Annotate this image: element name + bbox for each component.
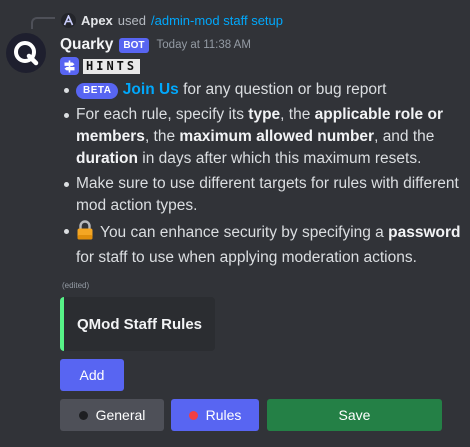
- hint-text: for staff to use when applying moderatio…: [76, 249, 417, 266]
- list-item: For each rule, specify its type, the app…: [60, 104, 462, 170]
- hint-text: Make sure to use different targets for r…: [76, 175, 459, 214]
- keyword-type: type: [248, 106, 281, 123]
- save-button-label: Save: [338, 407, 371, 423]
- reply-command[interactable]: /admin-mod staff setup: [151, 13, 283, 28]
- join-us-link[interactable]: Join Us: [123, 81, 179, 98]
- reply-reference[interactable]: Apex used /admin-mod staff setup: [61, 11, 283, 29]
- dark-dot-icon: [78, 410, 88, 420]
- reply-used-text: used: [117, 12, 146, 28]
- keyword-duration: duration: [76, 150, 138, 167]
- keyword-max: maximum allowed number: [179, 128, 375, 145]
- hint-text: You can enhance security by specifying a: [96, 224, 389, 241]
- hint-text: for any question or bug report: [178, 81, 387, 98]
- hint-text: in days after which this maximum resets.: [138, 150, 422, 167]
- message-timestamp[interactable]: Today at 11:38 AM: [157, 39, 251, 51]
- save-button[interactable]: Save: [267, 399, 442, 431]
- general-button-label: General: [95, 407, 146, 423]
- signpost-icon: [60, 57, 79, 75]
- keyword-password: password: [388, 224, 461, 241]
- hint-text: , the: [280, 106, 315, 123]
- bot-tag: BOT: [119, 37, 149, 53]
- rules-button-label: Rules: [205, 407, 242, 423]
- hint-text: , and the: [374, 128, 435, 145]
- hints-list: BETA Join Us for any question or bug rep…: [60, 79, 462, 272]
- list-item: You can enhance security by specifying a…: [60, 220, 462, 269]
- hint-text: , the: [144, 128, 180, 145]
- add-button[interactable]: Add: [60, 359, 124, 391]
- rules-button[interactable]: Rules: [171, 399, 259, 431]
- list-item: Make sure to use different targets for r…: [60, 173, 462, 217]
- reply-user-name[interactable]: Apex: [81, 13, 113, 28]
- quarky-q-logo-icon[interactable]: [6, 33, 46, 73]
- hint-text: For each rule, specify its: [76, 106, 249, 123]
- author-name[interactable]: Quarky: [60, 36, 113, 54]
- rules-embed: QMod Staff Rules: [60, 297, 215, 351]
- apex-a-icon: [61, 12, 76, 28]
- add-button-label: Add: [79, 367, 105, 383]
- reply-connector: [31, 17, 55, 29]
- message-header: Quarky BOT Today at 11:38 AM: [60, 35, 251, 55]
- edited-label: (edited): [62, 281, 90, 290]
- beta-badge: BETA: [76, 83, 119, 99]
- hints-label: HINTS: [83, 58, 141, 74]
- embed-title: QMod Staff Rules: [77, 315, 203, 333]
- general-button[interactable]: General: [60, 399, 164, 431]
- list-item: BETA Join Us for any question or bug rep…: [60, 79, 462, 101]
- lock-icon: [76, 220, 94, 247]
- red-dot-icon: [188, 410, 198, 420]
- hints-heading: HINTS: [60, 57, 141, 75]
